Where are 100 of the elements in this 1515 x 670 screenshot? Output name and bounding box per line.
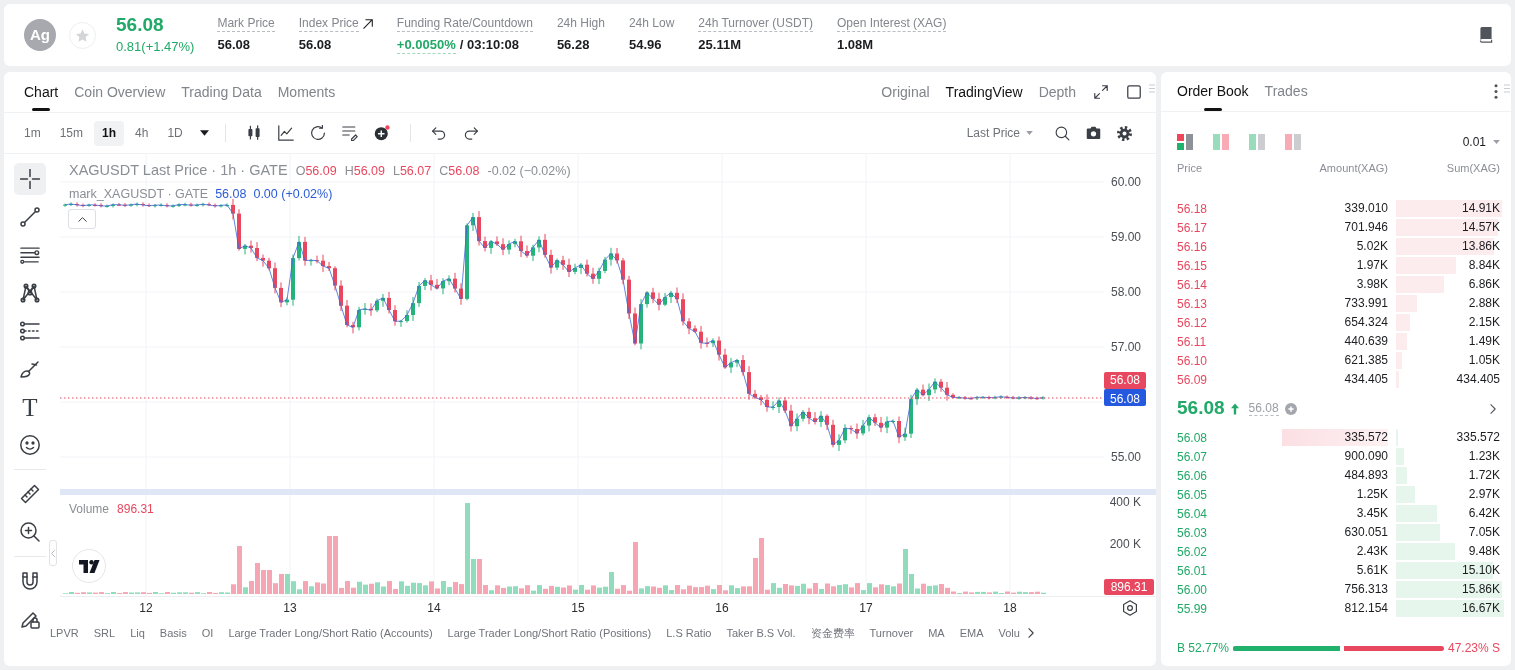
volume-title: Volume (69, 501, 110, 517)
stat-label: Funding Rate/Countdown (396, 16, 533, 32)
both-sides-layout-icon[interactable] (1177, 134, 1193, 150)
indicator-tab[interactable]: 资金费率 (810, 624, 855, 642)
indicator-tab[interactable]: Volu (998, 624, 1020, 642)
order-sum: 2.15K (1468, 315, 1500, 329)
settings-icon[interactable] (1122, 600, 1138, 616)
redo-icon[interactable] (462, 126, 479, 140)
order-amount: 5.61K (1356, 563, 1388, 577)
grip-icon[interactable] (1504, 84, 1510, 93)
chevron-right-icon[interactable] (1490, 403, 1496, 414)
grip-icon[interactable] (1149, 84, 1155, 93)
indicator-tab[interactable]: Basis (159, 624, 187, 642)
interval-button[interactable]: 15m (51, 120, 91, 146)
bid-price: 56.01 (1177, 562, 1209, 580)
interval-button[interactable]: 1D (159, 120, 191, 146)
line-chart-icon[interactable] (277, 125, 294, 141)
arrow-up-right-icon[interactable] (362, 19, 373, 29)
indicator-tab[interactable]: OI (201, 624, 214, 642)
column-header: Sum(XAG) (1445, 160, 1501, 176)
order-amount: 654.324 (1344, 315, 1388, 329)
order-sum: 16.67K (1461, 601, 1500, 615)
indicator-tab[interactable]: SRL (93, 624, 116, 642)
refresh-icon[interactable] (309, 125, 326, 141)
indicator-tab[interactable]: LPVR (50, 624, 79, 642)
chart-tab[interactable]: Chart (24, 72, 59, 112)
chart-tab[interactable]: Coin Overview (74, 72, 166, 112)
bid-price: 56.03 (1177, 524, 1209, 542)
volume-value: 896.31 (117, 501, 154, 517)
funding-rate: +0.0050% (396, 36, 456, 54)
ask-price: 56.10 (1177, 352, 1209, 370)
view-tab[interactable]: TradingView (945, 81, 1023, 103)
precision-dropdown[interactable]: 0.01 (1462, 133, 1500, 151)
text-tool-button[interactable]: T (14, 391, 46, 423)
collapse-handle[interactable] (49, 540, 57, 566)
time-axis-label: 18 (1003, 601, 1017, 615)
order-amount: 1.25K (1356, 487, 1388, 501)
interval-button[interactable]: 1h (94, 120, 125, 146)
undo-icon[interactable] (430, 126, 447, 140)
order-sum: 6.86K (1468, 277, 1500, 291)
chart-tab[interactable]: Trading Data (181, 72, 262, 112)
crosshair-button[interactable] (14, 163, 46, 195)
order-amount: 733.991 (1344, 296, 1388, 310)
price-axis-label: 60.00 (1110, 175, 1141, 189)
mark-series-title: mark_XAGUSDT · GATE (69, 186, 209, 202)
view-tab[interactable]: Original (881, 81, 930, 103)
interval-button[interactable]: 1m (16, 120, 49, 146)
indicator-tab[interactable]: Liq (130, 624, 145, 642)
order-sum: 7.05K (1468, 525, 1500, 539)
order-book-tab[interactable]: Order Book (1177, 71, 1249, 112)
interval-button[interactable]: 4h (127, 120, 157, 146)
price-axis-label: 58.00 (1110, 285, 1141, 299)
bid-price: 56.06 (1177, 467, 1209, 485)
square-icon[interactable] (1127, 85, 1141, 99)
order-book-tab[interactable]: Trades (1264, 71, 1308, 112)
order-amount: 900.090 (1344, 449, 1388, 463)
stat-value: 56.08 (217, 36, 250, 53)
order-amount: 335.572 (1344, 430, 1388, 444)
caret-down-icon (1493, 140, 1500, 144)
indicator-tab[interactable]: Taker B.S Vol. (726, 624, 796, 642)
last-trade-price: 56.08 (1177, 396, 1225, 421)
candlestick-icon[interactable] (245, 125, 262, 141)
search-icon[interactable] (1055, 125, 1070, 141)
buy-ratio: B 52.77% (1177, 640, 1230, 657)
mark-value: 56.08 (215, 186, 247, 202)
logo-icon[interactable] (72, 549, 106, 583)
camera-icon[interactable] (1086, 126, 1101, 140)
order-sum: 13.86K (1461, 239, 1500, 253)
caret-down-icon[interactable] (199, 130, 209, 136)
ask-price: 56.18 (1177, 200, 1209, 218)
crosshair-icon (20, 169, 40, 189)
view-tab[interactable]: Depth (1038, 81, 1076, 103)
ask-price: 56.09 (1177, 371, 1209, 389)
price-source-dropdown[interactable]: Last Price (966, 124, 1033, 142)
indicator-tab[interactable]: MA (928, 624, 945, 642)
bid-price: 56.07 (1177, 448, 1209, 466)
book-icon[interactable] (1479, 27, 1493, 43)
stat-label: 24h Turnover (USDT) (698, 16, 813, 32)
indicator-tab[interactable]: Large Trader Long/Short Ratio (Accounts) (228, 624, 433, 642)
indicator-tab[interactable]: L.S Ratio (666, 624, 712, 642)
stat-value: 56.28 (556, 36, 590, 53)
expand-icon[interactable] (1094, 85, 1108, 99)
order-amount: 434.405 (1344, 372, 1388, 386)
order-sum: 1.49K (1468, 334, 1500, 348)
ask-price: 56.13 (1177, 295, 1209, 313)
bid-price: 56.02 (1177, 543, 1209, 561)
price-axis-label: 57.00 (1110, 340, 1141, 354)
plus-circle-icon[interactable] (373, 125, 390, 141)
indicator-tab[interactable]: Large Trader Long/Short Ratio (Positions) (447, 624, 652, 642)
indicator-tab[interactable]: EMA (959, 624, 984, 642)
volume-axis-label: 400 K (1109, 495, 1141, 509)
indicator-tab[interactable]: Turnover (869, 624, 914, 642)
chevron-right-icon[interactable] (1027, 628, 1034, 638)
stat-label: 24h Low (628, 16, 675, 32)
ask-price: 56.14 (1177, 276, 1209, 294)
settings-icon[interactable] (1117, 125, 1132, 141)
more-icon[interactable] (1494, 84, 1498, 99)
list-icon[interactable] (341, 125, 358, 141)
chart-tab[interactable]: Moments (277, 72, 336, 112)
price-axis-label: 59.00 (1110, 230, 1141, 244)
